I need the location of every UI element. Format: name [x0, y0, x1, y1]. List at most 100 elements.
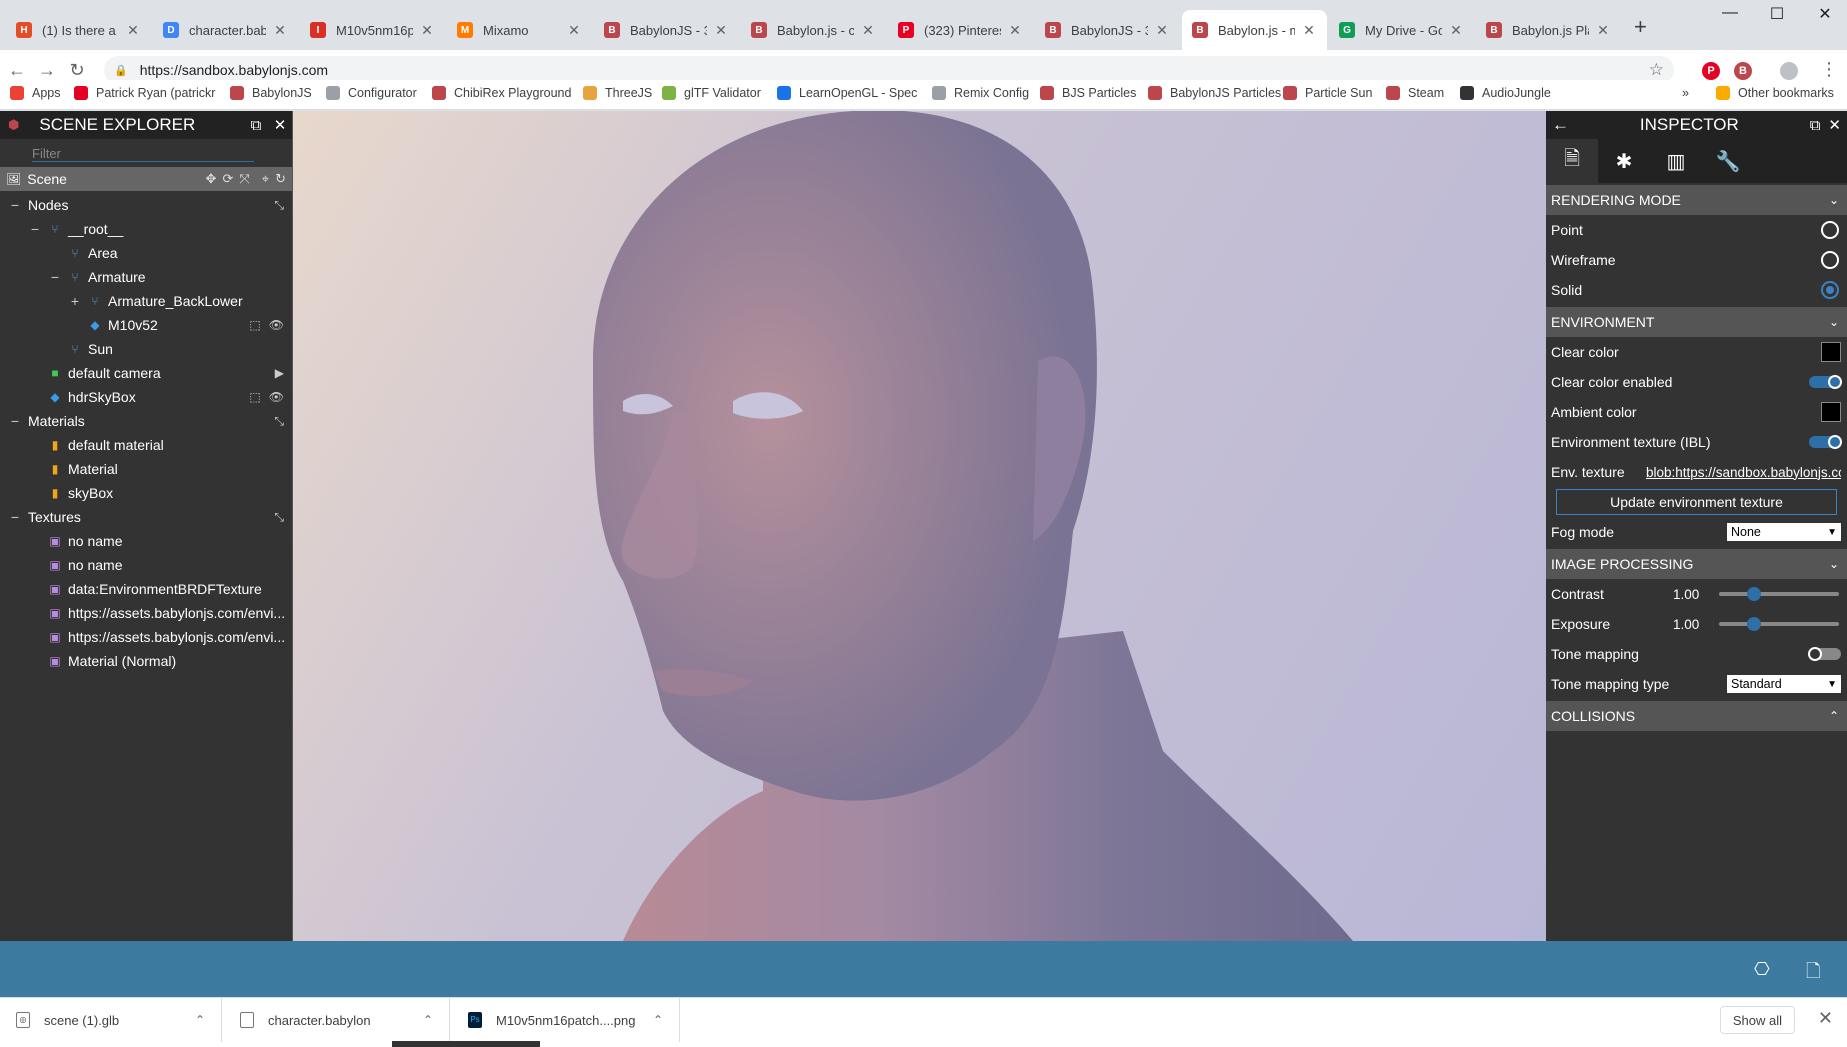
expand-icon[interactable]: +	[68, 293, 82, 309]
tab-close-icon[interactable]: ✕	[1154, 22, 1170, 39]
tree-item[interactable]: − Materials ⤡	[0, 409, 292, 433]
browser-tab[interactable]: M Mixamo ✕	[447, 10, 592, 50]
tree-item[interactable]: + ⑂ Armature_BackLower	[0, 289, 292, 313]
tab-close-icon[interactable]: ✕	[1301, 22, 1317, 39]
bounding-box-icon[interactable]: ⬚	[249, 318, 260, 332]
tree-item[interactable]: ·▣Material (Normal)	[0, 649, 292, 673]
section-image-processing[interactable]: IMAGE PROCESSING ⌄	[1546, 549, 1847, 579]
browser-tab[interactable]: Dcharacter.babyl ✕	[153, 10, 298, 50]
tree-item[interactable]: ·⑂Area	[0, 241, 292, 265]
tree-item[interactable]: ·▮Material	[0, 457, 292, 481]
chevron-up-icon[interactable]: ⌃	[653, 1013, 663, 1027]
tree-item[interactable]: − ⑂ __root__	[0, 217, 292, 241]
collapse-icon[interactable]: −	[48, 269, 62, 285]
browser-tab[interactable]: G My Drive - Goo ✕	[1329, 10, 1474, 50]
profile-avatar-icon[interactable]	[1780, 62, 1798, 80]
picking-icon[interactable]: ⌖	[262, 171, 269, 187]
close-downloads-icon[interactable]: ✕	[1818, 1008, 1833, 1029]
tab-close-icon[interactable]: ✕	[1595, 22, 1611, 39]
inspector-toggle-icon[interactable]: ⎔	[1754, 959, 1770, 980]
download-item[interactable]: Ps M10v5nm16patch....png ⌃	[452, 998, 680, 1042]
env-texture-ibl-toggle[interactable]	[1809, 435, 1842, 449]
new-tab-button[interactable]: +	[1634, 14, 1647, 40]
tree-item[interactable]: ·▣no name	[0, 553, 292, 577]
tab-close-icon[interactable]: ✕	[566, 22, 582, 39]
tab-close-icon[interactable]: ✕	[419, 22, 435, 39]
tree-item[interactable]: ·▣data:EnvironmentBRDFTexture	[0, 577, 292, 601]
reload-icon[interactable]: ↻	[62, 60, 92, 81]
back-arrow-icon[interactable]: ←	[1552, 115, 1569, 135]
bookmark-item[interactable]: Apps	[10, 86, 61, 100]
minimize-button[interactable]: —	[1715, 4, 1745, 22]
section-collisions[interactable]: COLLISIONS ⌃	[1546, 701, 1847, 731]
tab-properties[interactable]: 🗎	[1546, 139, 1598, 183]
wireframe-option[interactable]: Wireframe	[1546, 245, 1847, 275]
back-icon[interactable]: ←	[2, 60, 32, 81]
wireframe-radio[interactable]	[1821, 251, 1839, 269]
browser-tab[interactable]: B Babylon.js Playg ✕	[1476, 10, 1621, 50]
bookmark-item[interactable]: LearnOpenGL - Spec	[777, 86, 917, 100]
tree-item[interactable]: − Nodes ⤡	[0, 193, 292, 217]
video-camera-icon[interactable]: ▶	[275, 366, 284, 380]
bookmark-item[interactable]: Remix Config	[932, 86, 1029, 100]
tree-item[interactable]: ·▮default material	[0, 433, 292, 457]
env-texture-link[interactable]: blob:https://sandbox.babylonjs.com	[1646, 465, 1841, 480]
bookmark-item[interactable]: BabylonJS Particles	[1148, 86, 1281, 100]
chevron-up-icon[interactable]: ⌃	[195, 1013, 205, 1027]
bookmark-item[interactable]: ChibiRex Playground	[432, 86, 571, 100]
solid-radio[interactable]	[1821, 281, 1839, 299]
pinterest-extension-icon[interactable]: P	[1702, 62, 1720, 80]
popout-icon[interactable]: ⧉	[244, 117, 268, 134]
tree-item[interactable]: ·▣https://assets.babylonjs.com/envi...	[0, 625, 292, 649]
solid-option[interactable]: Solid	[1546, 275, 1847, 305]
collapse-all-icon[interactable]: ⤡	[274, 510, 284, 525]
bookmark-star-icon[interactable]: ☆	[1649, 60, 1664, 80]
browser-tab[interactable]: I M10v5nm16pat ✕	[300, 10, 445, 50]
refresh-icon[interactable]: ↻	[275, 171, 286, 187]
collapse-icon[interactable]: −	[8, 413, 22, 429]
bookmark-item[interactable]: Particle Sun	[1283, 86, 1372, 100]
tone-mapping-type-select[interactable]: Standard ▼	[1727, 675, 1841, 693]
babylon-extension-icon[interactable]: B	[1734, 62, 1752, 80]
scale-gizmo-icon[interactable]: ⤧	[239, 171, 249, 187]
bookmark-item[interactable]: glTF Validator	[662, 86, 761, 100]
tree-item[interactable]: ·◆hdrSkyBox⬚👁	[0, 385, 292, 409]
eye-icon[interactable]: 👁	[269, 390, 284, 404]
section-environment[interactable]: ENVIRONMENT ⌄	[1546, 307, 1847, 337]
browser-tab[interactable]: B Babylon.js - cha ✕	[741, 10, 886, 50]
tree-item[interactable]: ·▮skyBox	[0, 481, 292, 505]
tab-close-icon[interactable]: ✕	[713, 22, 729, 39]
tab-close-icon[interactable]: ✕	[125, 22, 141, 39]
menu-kebab-icon[interactable]: ⋮	[1820, 59, 1838, 80]
clear-color-swatch[interactable]	[1821, 342, 1841, 362]
point-option[interactable]: Point	[1546, 215, 1847, 245]
show-all-button[interactable]: Show all	[1719, 1006, 1795, 1034]
fog-mode-select[interactable]: None ▼	[1727, 523, 1841, 541]
bookmark-item[interactable]: Steam	[1386, 86, 1444, 100]
tone-mapping-toggle[interactable]	[1808, 647, 1841, 661]
scene-row[interactable]: 🖼 Scene ✥ ⟳ ⤧ ⌖ ↻	[0, 167, 292, 191]
filter-input[interactable]	[32, 146, 254, 162]
tab-statistics[interactable]: ▥	[1650, 139, 1702, 183]
bounding-box-icon[interactable]: ⬚	[249, 390, 260, 404]
translate-gizmo-icon[interactable]: ✥	[206, 171, 217, 187]
bookmark-item[interactable]: BabylonJS	[230, 86, 312, 100]
collapse-icon[interactable]: −	[28, 221, 42, 237]
rotate-gizmo-icon[interactable]: ⟳	[222, 171, 233, 187]
maximize-button[interactable]: ☐	[1762, 4, 1792, 24]
tree-item[interactable]: ·▣https://assets.babylonjs.com/envi...	[0, 601, 292, 625]
clear-color-enabled-toggle[interactable]	[1809, 375, 1842, 389]
bookmark-item[interactable]: AudioJungle	[1460, 86, 1551, 100]
open-file-icon[interactable]: 🗋	[1806, 959, 1820, 989]
render-canvas[interactable]	[293, 111, 1546, 941]
collapse-all-icon[interactable]: ⤡	[274, 414, 284, 429]
tab-tools[interactable]: 🔧	[1702, 139, 1754, 183]
tree-item[interactable]: − ⑂ Armature	[0, 265, 292, 289]
tree-item[interactable]: ·■default camera▶	[0, 361, 292, 385]
tab-debug[interactable]: ✱	[1598, 139, 1650, 183]
close-explorer-icon[interactable]: ✕	[268, 116, 292, 134]
browser-tab[interactable]: B Babylon.js - ma ✕	[1182, 10, 1327, 50]
exposure-slider[interactable]	[1719, 617, 1839, 631]
contrast-slider[interactable]	[1719, 587, 1839, 601]
forward-icon[interactable]: →	[32, 60, 62, 81]
